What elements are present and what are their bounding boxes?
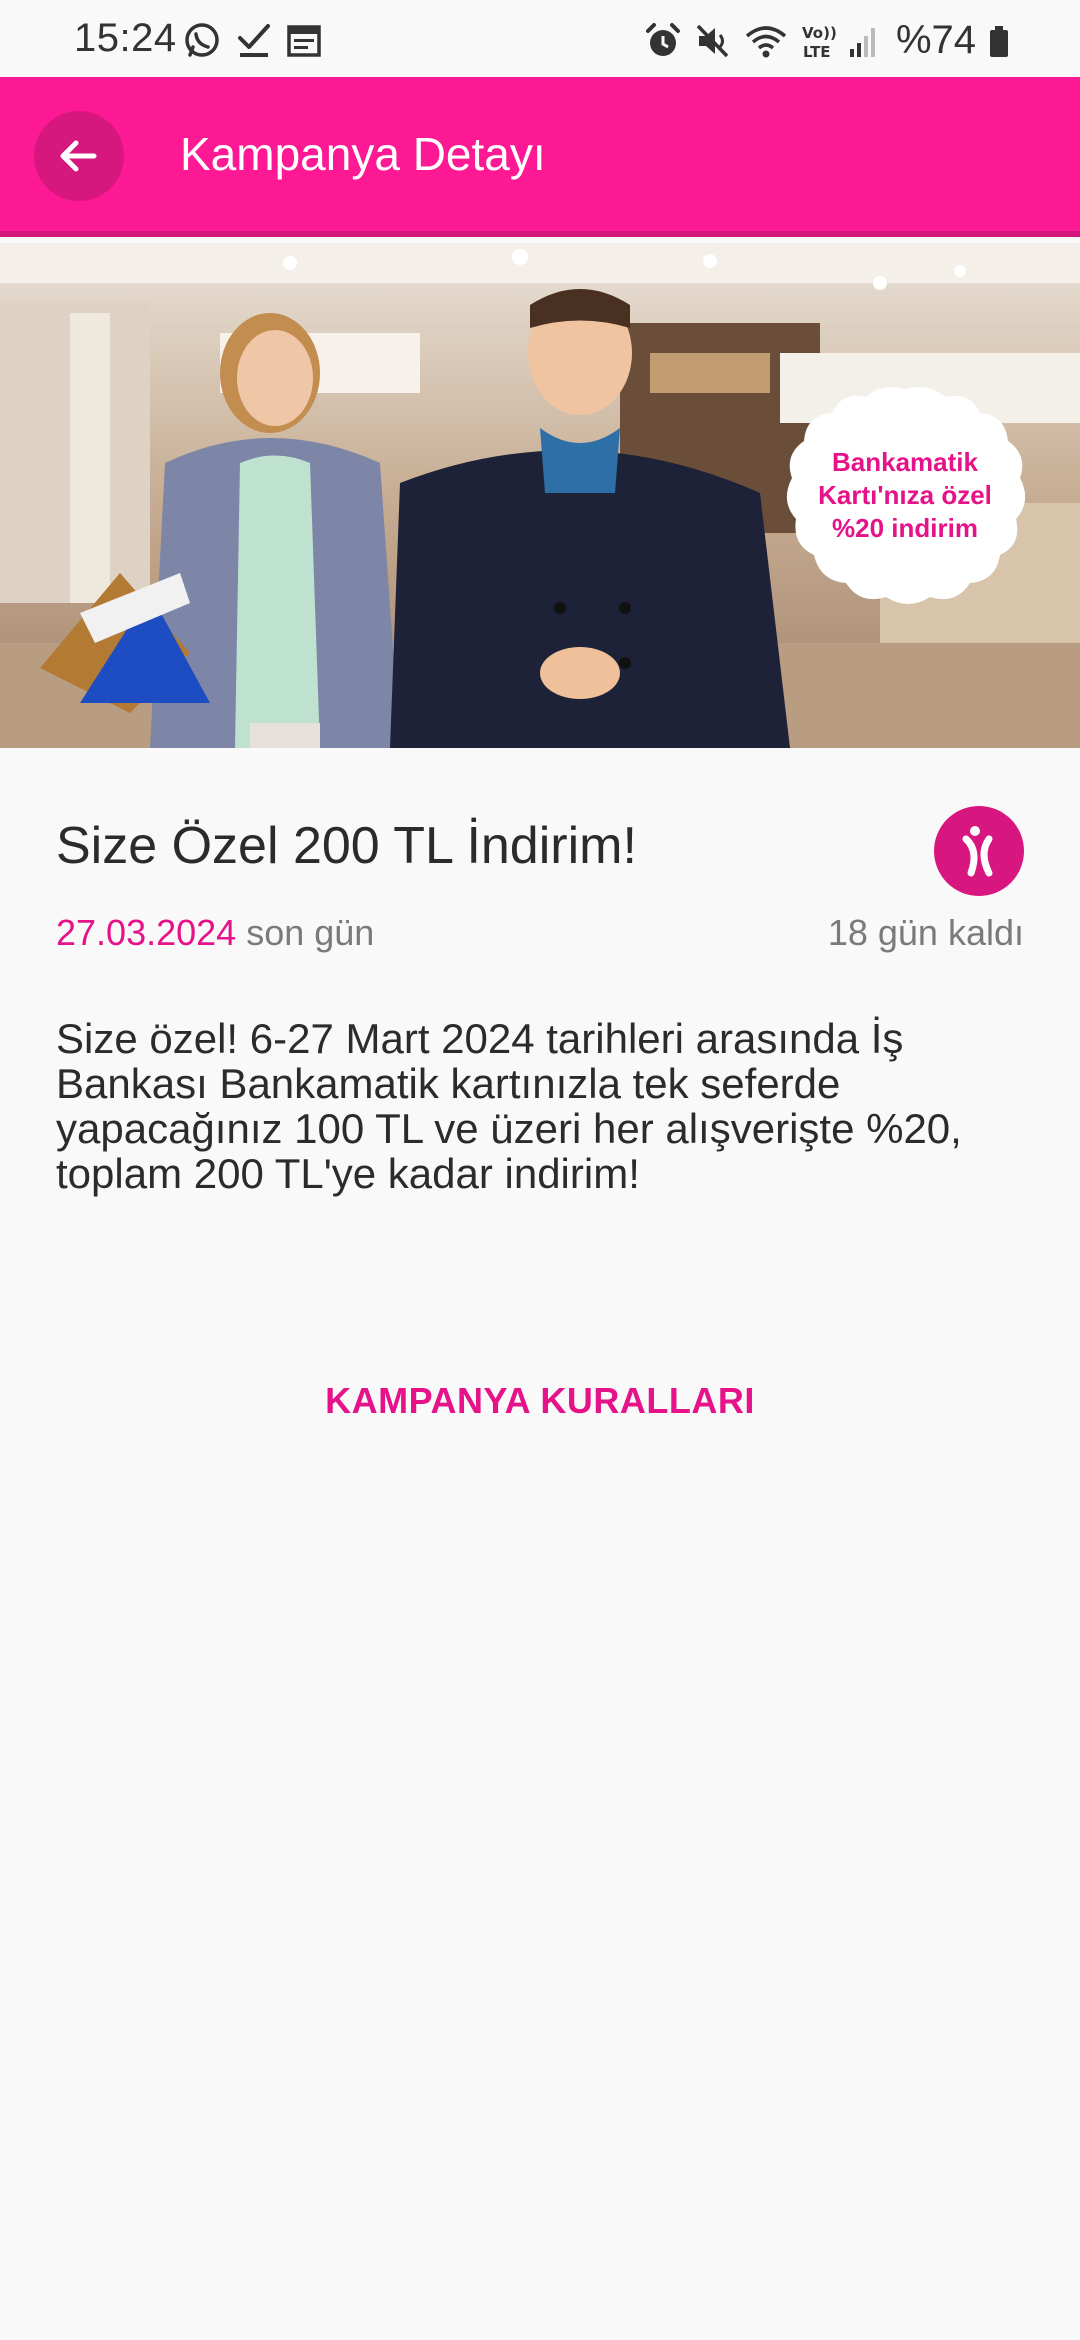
campaign-description: Size özel! 6-27 Mart 2024 tarihleri aras… xyxy=(56,1015,962,1197)
calendar-icon xyxy=(286,20,322,60)
alarm-icon xyxy=(644,21,682,61)
end-date: 27.03.2024 son gün xyxy=(56,912,374,954)
svg-text:LTE: LTE xyxy=(803,43,831,61)
back-button[interactable] xyxy=(34,111,124,201)
badge-line-2: Kartı'nıza özel xyxy=(818,480,992,510)
volte-icon: Vo)) LTE xyxy=(800,21,836,61)
system-icons: Vo)) LTE %74 xyxy=(644,18,1010,63)
badge-line-1: Bankamatik xyxy=(832,447,978,477)
status-bar: 15:24 Vo)) LTE %74 xyxy=(0,0,1080,77)
days-left: 18 gün kaldı xyxy=(827,912,1024,953)
notification-icons xyxy=(182,20,322,60)
status-time: 15:24 xyxy=(74,16,177,60)
battery-icon xyxy=(988,21,1010,61)
signal-icon xyxy=(848,21,878,61)
brand-logo xyxy=(934,806,1024,896)
battery-percent: %74 xyxy=(895,18,976,62)
campaign-banner: Bankamatik Kartı'nıza özel %20 indirim xyxy=(0,243,1080,748)
campaign-title: Size Özel 200 TL İndirim! xyxy=(56,817,637,875)
discount-badge: Bankamatik Kartı'nıza özel %20 indirim xyxy=(780,383,1030,608)
badge-line-3: %20 indirim xyxy=(832,513,978,543)
campaign-rules-button[interactable]: KAMPANYA KURALLARI xyxy=(0,1380,1080,1422)
isbank-logo-icon xyxy=(962,826,993,877)
app-bar: Kampanya Detayı xyxy=(0,77,1080,237)
wifi-icon xyxy=(744,21,788,61)
end-date-suffix: son gün xyxy=(246,912,375,953)
arrow-left-icon xyxy=(60,140,97,172)
mute-icon xyxy=(694,21,732,61)
whatsapp-icon xyxy=(182,20,222,60)
svg-text:Vo)): Vo)) xyxy=(802,24,836,42)
end-date-value: 27.03.2024 xyxy=(56,912,237,953)
checkmark-icon xyxy=(236,20,272,60)
page-title: Kampanya Detayı xyxy=(180,128,546,180)
